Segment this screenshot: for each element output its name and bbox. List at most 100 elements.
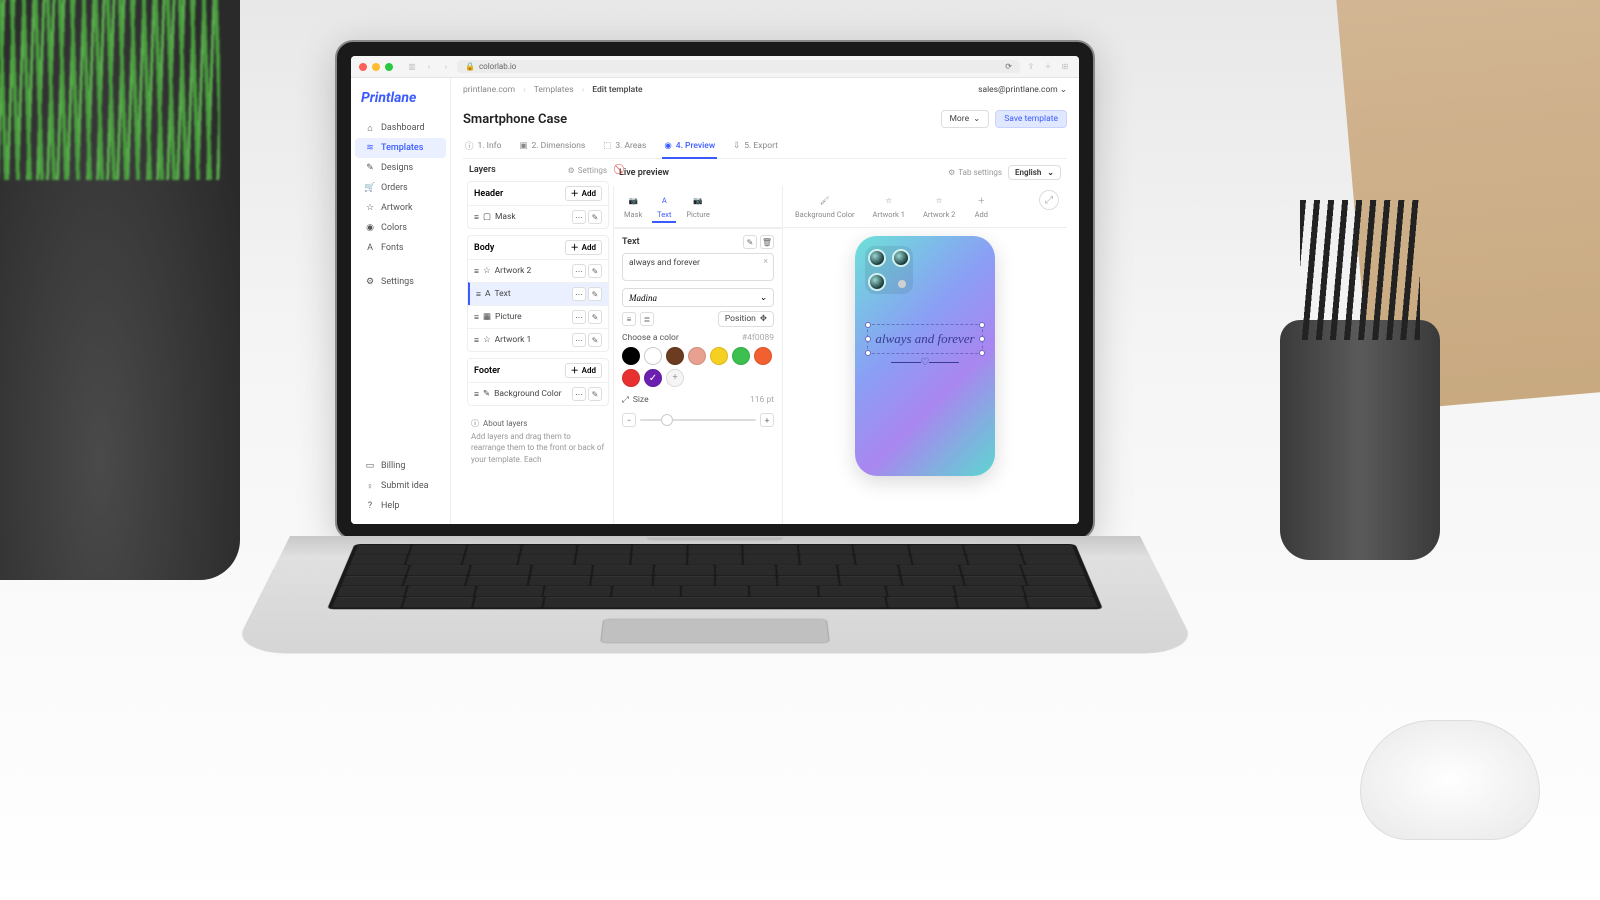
drag-handle-icon[interactable]: ≡ [474, 312, 479, 323]
layer-artwork-1[interactable]: ≡ ☆ Artwork 1 ⋯✎ [468, 328, 608, 351]
tabs-icon[interactable]: ⊞ [1059, 61, 1071, 73]
resize-handle[interactable] [865, 336, 871, 342]
resize-handle[interactable] [979, 322, 985, 328]
swatch-red[interactable] [622, 369, 640, 387]
sidebar-item-orders[interactable]: 🛒 Orders [355, 178, 446, 198]
add-layer-header-button[interactable]: ＋Add [565, 186, 602, 201]
resize-handle[interactable] [865, 350, 871, 356]
tab-export[interactable]: ⇩5. Export [731, 136, 780, 158]
swatch-yellow[interactable] [710, 347, 728, 365]
layer-background-color[interactable]: ≡ ✎ Background Color ⋯✎ [468, 382, 608, 405]
add-layer-body-button[interactable]: ＋Add [565, 240, 602, 255]
layer-mask[interactable]: ≡ ▢ Mask ⋯ ✎ [468, 205, 608, 228]
tool-bgcolor[interactable]: 🖌 Background Color [791, 190, 859, 223]
text-delete-button[interactable]: 🗑 [760, 235, 774, 249]
expand-preview-button[interactable]: ⤢ [1039, 190, 1059, 210]
size-decrease-button[interactable]: − [622, 413, 636, 427]
text-value-input[interactable] [622, 253, 774, 281]
plus-icon[interactable]: ＋ [1042, 61, 1054, 73]
color-icon: ✎ [483, 389, 490, 399]
swatch-white[interactable] [644, 347, 662, 365]
sidebar-item-fonts[interactable]: A Fonts [355, 238, 446, 258]
swatch-brown[interactable] [666, 347, 684, 365]
layer-edit-button[interactable]: ✎ [588, 210, 602, 224]
save-template-button[interactable]: Save template [995, 110, 1067, 128]
info-icon: ⓘ [471, 418, 479, 429]
sidebar-item-dashboard[interactable]: ⌂ Dashboard [355, 118, 446, 138]
sidebar-item-billing[interactable]: ▭ Billing [355, 456, 446, 476]
sidebar-item-designs[interactable]: ✎ Designs [355, 158, 446, 178]
resize-handle[interactable] [979, 336, 985, 342]
clear-text-icon[interactable]: × [763, 257, 768, 267]
areas-icon: ⬚ [603, 141, 611, 151]
position-button[interactable]: Position ✥ [718, 311, 774, 327]
text-bounding-box[interactable]: always and forever [867, 324, 983, 354]
breadcrumb-current: Edit template [592, 85, 642, 95]
align-center-button[interactable]: ≣ [640, 312, 654, 326]
align-left-button[interactable]: ≡ [622, 312, 636, 326]
font-select[interactable]: Madina⌄ [622, 288, 774, 307]
browser-toolbar: ▥ ‹ › 🔒 colorlab.io ⟳ ⇪ ＋ ⊞ [351, 56, 1079, 78]
tab-dimensions[interactable]: ▣2. Dimensions [517, 136, 587, 158]
tab-info[interactable]: ⓘ1. Info [463, 136, 503, 158]
color-swatches [622, 347, 774, 387]
brand-logo: Printlane [351, 86, 450, 118]
text-section-label: Text [622, 237, 640, 247]
tab-preview[interactable]: ◉4. Preview [662, 136, 717, 159]
layer-picture[interactable]: ≡ ▦ Picture ⋯✎ [468, 305, 608, 328]
size-slider[interactable] [640, 419, 756, 421]
address-bar[interactable]: 🔒 colorlab.io ⟳ [457, 60, 1020, 73]
tool-picture[interactable]: 📷 Picture [682, 190, 714, 223]
layer-more-button[interactable]: ⋯ [572, 210, 586, 224]
drag-handle-icon[interactable]: ≡ [476, 289, 481, 300]
share-icon[interactable]: ⇪ [1025, 61, 1037, 73]
drag-handle-icon[interactable]: ≡ [474, 212, 479, 223]
sidebar-item-help[interactable]: ? Help [355, 496, 446, 516]
tool-mask[interactable]: 📷 Mask ⃠ [620, 190, 646, 223]
layer-text[interactable]: ≡ A Text ⋯✎ [468, 282, 608, 305]
sidebar-item-colors[interactable]: ◉ Colors [355, 218, 446, 238]
layers-settings-link[interactable]: ⚙Settings [568, 166, 607, 175]
sidebar-item-templates[interactable]: ≋ Templates [355, 138, 446, 158]
drag-handle-icon[interactable]: ≡ [474, 335, 479, 346]
decor-mouse [1360, 720, 1540, 840]
size-increase-button[interactable]: + [760, 413, 774, 427]
bulb-icon: ♀ [365, 481, 375, 491]
swatch-add[interactable] [666, 369, 684, 387]
drag-handle-icon[interactable]: ≡ [474, 389, 479, 400]
layer-artwork-2[interactable]: ≡ ☆ Artwork 2 ⋯✎ [468, 259, 608, 282]
window-traffic-lights[interactable] [359, 63, 393, 71]
add-layer-footer-button[interactable]: ＋Add [565, 363, 602, 378]
phone-preview[interactable]: always and forever [855, 236, 995, 476]
tab-settings-link[interactable]: ⚙Tab settings [948, 168, 1002, 177]
tool-artwork2[interactable]: ☆ Artwork 2 [919, 190, 959, 223]
breadcrumb-templates[interactable]: Templates [534, 85, 574, 95]
breadcrumb-root[interactable]: printlane.com [463, 85, 515, 95]
brush-icon: 🖌 [817, 192, 833, 208]
tool-add[interactable]: ＋ Add [969, 190, 993, 223]
user-email[interactable]: sales@printlane.com ⌄ [978, 85, 1067, 95]
swatch-black[interactable] [622, 347, 640, 365]
text-edit-button[interactable]: ✎ [743, 235, 757, 249]
swatch-orange[interactable] [754, 347, 772, 365]
language-select[interactable]: English⌄ [1008, 165, 1061, 180]
drag-handle-icon[interactable]: ≡ [474, 266, 479, 277]
tool-text[interactable]: A Text [652, 190, 676, 223]
sidebar-item-submit-idea[interactable]: ♀ Submit idea [355, 476, 446, 496]
swatch-purple[interactable] [644, 369, 662, 387]
sidebar-toggle-icon[interactable]: ▥ [406, 61, 418, 73]
sidebar-item-artwork[interactable]: ☆ Artwork [355, 198, 446, 218]
nav-forward-icon[interactable]: › [440, 61, 452, 73]
nav-back-icon[interactable]: ‹ [423, 61, 435, 73]
swatch-pink[interactable] [688, 347, 706, 365]
tab-areas[interactable]: ⬚3. Areas [601, 136, 648, 158]
camera-icon: 📷 [690, 192, 706, 208]
tool-artwork1[interactable]: ☆ Artwork 1 [869, 190, 909, 223]
resize-handle[interactable] [865, 322, 871, 328]
resize-handle[interactable] [979, 350, 985, 356]
app-sidebar: Printlane ⌂ Dashboard ≋ Templates ✎ Desi… [351, 78, 451, 524]
swatch-green[interactable] [732, 347, 750, 365]
sidebar-item-settings[interactable]: ⚙ Settings [355, 272, 446, 292]
reload-icon[interactable]: ⟳ [1005, 62, 1012, 71]
more-button[interactable]: More⌄ [941, 110, 990, 128]
